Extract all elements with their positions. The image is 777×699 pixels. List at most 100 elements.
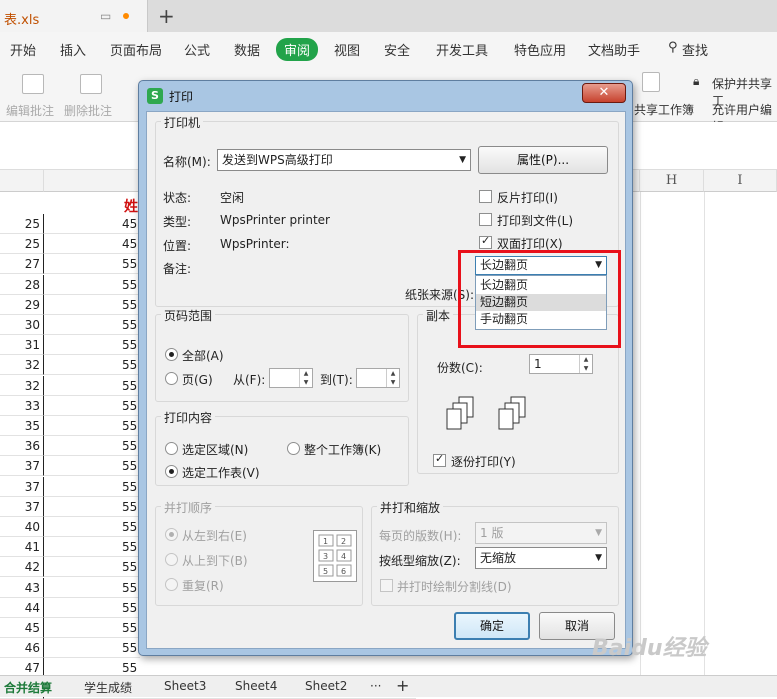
duplex-checkbox[interactable] [479, 234, 492, 249]
content-worksheet-radio[interactable] [165, 465, 178, 478]
tab-insert[interactable]: 插入 [60, 40, 86, 59]
close-button[interactable]: ✕ [582, 83, 626, 103]
table-cell[interactable]: 55 [44, 638, 140, 659]
sheet-tab-merge[interactable]: 合并结算 [4, 679, 52, 696]
to-page-input[interactable]: ▲ ▼ [356, 368, 400, 388]
table-cell[interactable]: 46 [0, 638, 44, 659]
order-repeat-label[interactable]: 重复(R) [182, 577, 224, 594]
table-cell[interactable]: 55 [44, 537, 140, 558]
printer-name-select[interactable]: 发送到WPS高级打印 ▼ [217, 149, 471, 171]
table-cell[interactable]: 45 [44, 214, 140, 234]
table-cell[interactable]: 28 [0, 274, 44, 295]
table-cell[interactable]: 33 [0, 395, 44, 416]
column-header-i[interactable]: I [704, 170, 777, 192]
add-sheet-button[interactable]: + [396, 676, 409, 695]
spin-up-icon[interactable]: ▲ [299, 369, 312, 378]
delete-comment-button[interactable]: 删除批注 [64, 102, 112, 119]
spin-down-icon[interactable]: ▼ [386, 378, 399, 387]
range-pages-label[interactable]: 页(G) [182, 371, 213, 388]
order-repeat-radio[interactable] [165, 578, 178, 591]
tab-start[interactable]: 开始 [10, 40, 36, 59]
table-cell[interactable]: 25 [0, 234, 44, 255]
copies-count-input[interactable]: 1 ▲ ▼ [529, 354, 593, 374]
table-cell[interactable]: 55 [44, 477, 140, 497]
share-workbook-icon[interactable] [642, 72, 660, 92]
sheet-tab-sheet3[interactable]: Sheet3 [164, 679, 206, 693]
column-header-h[interactable]: H [640, 170, 704, 192]
order-tb-radio[interactable] [165, 553, 178, 566]
table-cell[interactable]: 55 [44, 416, 140, 436]
table-cell[interactable]: 55 [44, 497, 140, 517]
tab-view[interactable]: 视图 [334, 40, 360, 59]
tab-developer[interactable]: 开发工具 [436, 40, 488, 59]
table-cell[interactable]: 27 [0, 254, 44, 275]
monitor-icon[interactable]: ▭ [100, 9, 111, 23]
tab-find[interactable]: 查找 [682, 40, 708, 59]
sheet-tab-sheet4[interactable]: Sheet4 [235, 679, 277, 693]
divider-checkbox[interactable] [380, 579, 393, 592]
content-selection-radio[interactable] [165, 442, 178, 455]
table-cell[interactable]: 35 [0, 416, 44, 436]
column-header-a[interactable] [0, 170, 44, 192]
table-cell[interactable]: 55 [44, 598, 140, 618]
table-cell[interactable]: 36 [0, 436, 44, 457]
table-cell[interactable]: 55 [44, 275, 140, 295]
tab-review[interactable]: 审阅 [276, 38, 319, 61]
table-cell[interactable]: 55 [44, 355, 140, 376]
table-cell[interactable]: 55 [44, 254, 140, 275]
tab-page-layout[interactable]: 页面布局 [110, 40, 162, 59]
table-cell[interactable]: 55 [44, 557, 140, 578]
sheet-tab-grades[interactable]: 学生成绩 [84, 679, 132, 696]
table-cell[interactable]: 32 [0, 375, 44, 396]
table-cell[interactable]: 25 [0, 214, 44, 234]
table-cell[interactable]: 44 [0, 597, 44, 618]
spin-down-icon[interactable]: ▼ [579, 364, 592, 373]
table-cell[interactable]: 41 [0, 537, 44, 558]
reverse-print-label[interactable]: 反片打印(I) [497, 189, 558, 206]
table-cell[interactable]: 45 [44, 234, 140, 255]
tab-special[interactable]: 特色应用 [514, 40, 566, 59]
properties-button[interactable]: 属性(P)... [478, 146, 608, 174]
table-cell[interactable]: 42 [0, 557, 44, 578]
tab-data[interactable]: 数据 [234, 40, 260, 59]
document-tab[interactable]: 表.xls ▭ [0, 0, 148, 32]
dialog-title-bar[interactable]: S 打印 ✕ [139, 81, 632, 111]
share-workbook-button[interactable]: 共享工作簿 [634, 101, 694, 118]
range-all-label[interactable]: 全部(A) [182, 347, 224, 364]
table-cell[interactable]: 45 [0, 618, 44, 638]
table-cell[interactable]: 55 [44, 618, 140, 638]
per-page-select[interactable]: 1 版 ▼ [475, 522, 607, 544]
collate-checkbox[interactable] [433, 452, 446, 467]
more-sheets-button[interactable]: ··· [370, 679, 381, 693]
table-cell[interactable]: 43 [0, 577, 44, 598]
table-cell[interactable]: 37 [0, 456, 44, 477]
delete-comment-icon[interactable] [80, 74, 102, 94]
edit-comment-icon[interactable] [22, 74, 44, 94]
collate-label[interactable]: 逐份打印(Y) [451, 453, 516, 470]
tab-formula[interactable]: 公式 [184, 40, 210, 59]
tab-security[interactable]: 安全 [384, 40, 410, 59]
from-page-input[interactable]: ▲ ▼ [269, 368, 313, 388]
spin-up-icon[interactable]: ▲ [579, 355, 592, 364]
header-cell[interactable]: 姓 [124, 196, 138, 216]
table-cell[interactable]: 37 [0, 496, 44, 517]
table-cell[interactable]: 29 [0, 294, 44, 315]
reverse-print-checkbox[interactable] [479, 190, 492, 203]
spin-up-icon[interactable]: ▲ [386, 369, 399, 378]
search-icon[interactable]: ⚲ [668, 40, 678, 55]
edit-comment-button[interactable]: 编辑批注 [6, 102, 54, 119]
table-cell[interactable]: 55 [44, 335, 140, 356]
table-cell[interactable]: 55 [44, 315, 140, 335]
table-cell[interactable]: 37 [0, 476, 44, 497]
table-cell[interactable]: 55 [44, 295, 140, 315]
tab-doc-helper[interactable]: 文档助手 [588, 40, 640, 59]
order-tb-label[interactable]: 从上到下(B) [182, 552, 248, 569]
table-cell[interactable]: 31 [0, 335, 44, 356]
scale-select[interactable]: 无缩放 ▼ [475, 547, 607, 569]
table-cell[interactable]: 40 [0, 517, 44, 537]
table-cell[interactable]: 32 [0, 355, 44, 376]
order-lr-label[interactable]: 从左到右(E) [182, 527, 247, 544]
spin-down-icon[interactable]: ▼ [299, 378, 312, 387]
table-cell[interactable]: 55 [44, 436, 140, 457]
table-cell[interactable]: 55 [44, 456, 140, 477]
